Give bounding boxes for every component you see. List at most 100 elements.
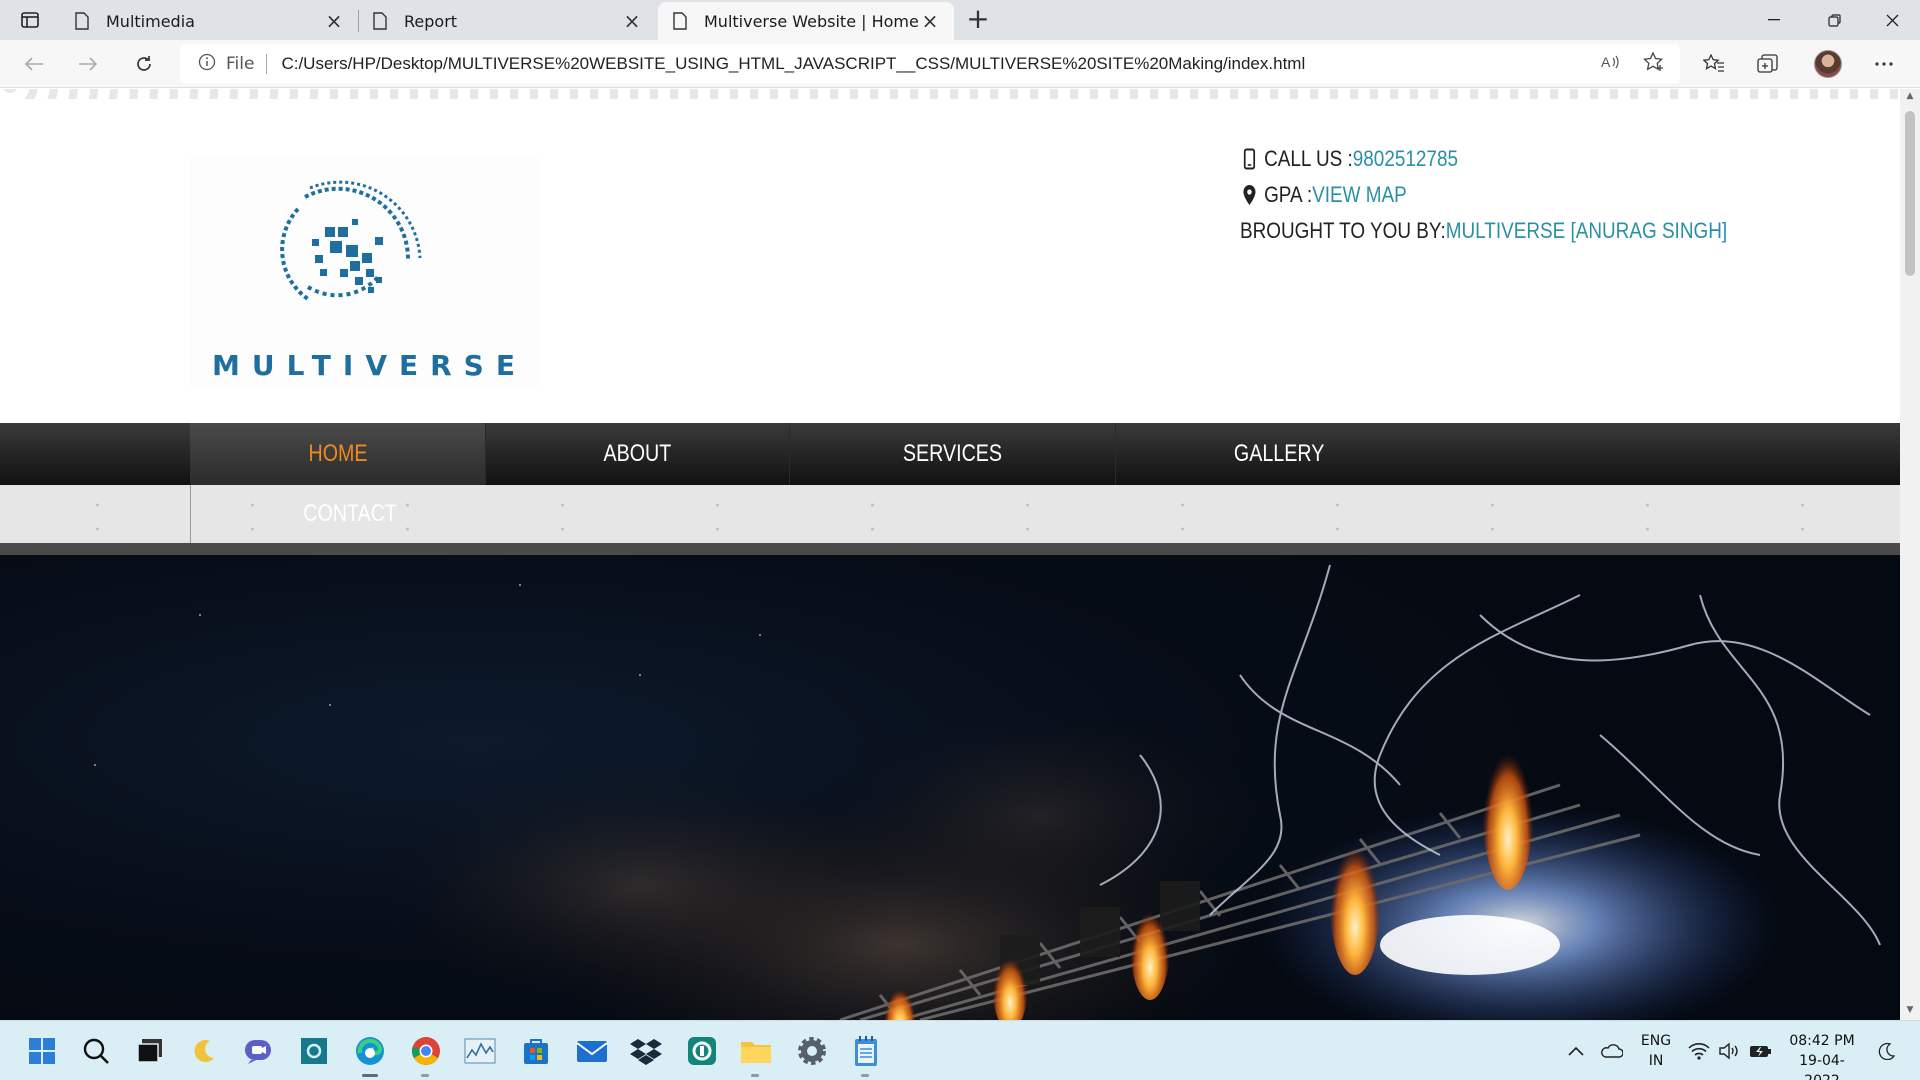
site-logo[interactable]: MULTIVERSE bbox=[190, 157, 540, 387]
nav-gallery[interactable]: GALLERY bbox=[1116, 423, 1442, 485]
tab-label: Multimedia bbox=[106, 11, 195, 31]
volume-icon[interactable] bbox=[1714, 1033, 1744, 1069]
gpa-label: GPA : bbox=[1264, 182, 1313, 207]
tab-multimedia[interactable]: Multimedia × bbox=[60, 2, 358, 40]
info-icon[interactable] bbox=[198, 53, 216, 76]
file-explorer-icon[interactable] bbox=[738, 1033, 774, 1069]
weather-widget-icon[interactable] bbox=[186, 1033, 222, 1069]
call-us-label: CALL US : bbox=[1264, 146, 1353, 171]
view-map-link[interactable]: VIEW MAP bbox=[1312, 177, 1407, 213]
nav-contact-label: CONTACT bbox=[303, 500, 397, 527]
start-icon[interactable] bbox=[24, 1033, 60, 1069]
clock-time: 08:42 PM bbox=[1789, 1033, 1855, 1049]
task-view-icon[interactable] bbox=[132, 1033, 168, 1069]
url-text[interactable]: C:/Users/HP/Desktop/MULTIVERSE%20WEBSITE… bbox=[281, 54, 1680, 74]
read-aloud-icon[interactable]: A bbox=[1598, 50, 1622, 74]
nav-divider bbox=[190, 485, 191, 543]
active-app-indicator bbox=[362, 1074, 378, 1077]
region-code: IN bbox=[1648, 1053, 1664, 1069]
running-app-indicator bbox=[861, 1074, 869, 1077]
running-app-indicator bbox=[751, 1074, 759, 1077]
restore-button[interactable] bbox=[1806, 0, 1862, 40]
browser-tab-strip: Multimedia × Report × Multiverse Website… bbox=[0, 0, 1920, 40]
edge-browser-icon[interactable] bbox=[352, 1033, 388, 1069]
page-viewport: MULTIVERSE CALL US : 9802512785 GPA : VI… bbox=[0, 89, 1900, 1020]
close-icon[interactable]: × bbox=[622, 11, 642, 31]
secondary-navigation-row: CONTACT bbox=[0, 485, 1900, 543]
address-divider bbox=[266, 54, 268, 74]
tab-actions-icon[interactable] bbox=[10, 6, 50, 34]
dropbox-icon[interactable] bbox=[628, 1033, 664, 1069]
page-scrollbar[interactable]: ▲ ▼ bbox=[1900, 89, 1920, 1020]
profile-avatar[interactable] bbox=[1814, 50, 1842, 78]
decorative-border bbox=[0, 89, 1900, 99]
app-launcher-icon[interactable] bbox=[684, 1033, 720, 1069]
credit-label: BROUGHT TO YOU BY: bbox=[1240, 218, 1446, 243]
notepad-icon[interactable] bbox=[848, 1033, 884, 1069]
notification-moon-icon[interactable] bbox=[1872, 1033, 1902, 1069]
browser-toolbar: File C:/Users/HP/Desktop/MULTIVERSE%20WE… bbox=[0, 40, 1920, 88]
nav-home[interactable]: HOME bbox=[190, 423, 486, 485]
settings-gear-icon[interactable] bbox=[794, 1033, 830, 1069]
page-icon bbox=[75, 12, 89, 30]
scroll-up-icon[interactable]: ▲ bbox=[1904, 91, 1916, 101]
tab-label: Report bbox=[404, 11, 458, 31]
language-indicator[interactable]: ENG IN bbox=[1638, 1031, 1674, 1071]
logo-wordmark: MULTIVERSE bbox=[212, 349, 527, 382]
nav-about[interactable]: ABOUT bbox=[486, 423, 790, 485]
search-icon[interactable] bbox=[78, 1033, 114, 1069]
more-menu-icon[interactable] bbox=[1872, 52, 1896, 76]
minimize-button[interactable] bbox=[1746, 0, 1802, 40]
mobile-phone-icon bbox=[1240, 148, 1259, 170]
main-navigation: HOME ABOUT SERVICES GALLERY bbox=[0, 423, 1900, 485]
nav-services[interactable]: SERVICES bbox=[790, 423, 1116, 485]
address-bar[interactable]: File C:/Users/HP/Desktop/MULTIVERSE%20WE… bbox=[180, 44, 1680, 84]
refresh-button[interactable] bbox=[128, 48, 160, 80]
svg-text:A: A bbox=[1601, 54, 1611, 70]
windows-taskbar: ENG IN 08:42 PM 19-04-2022 bbox=[0, 1020, 1920, 1080]
tab-report[interactable]: Report × bbox=[358, 2, 656, 40]
add-favorite-icon[interactable] bbox=[1642, 50, 1666, 74]
battery-charging-icon[interactable] bbox=[1746, 1033, 1776, 1069]
close-window-button[interactable] bbox=[1864, 0, 1920, 40]
credit-row: BROUGHT TO YOU BY: MULTIVERSE [ANURAG SI… bbox=[1240, 213, 1727, 249]
credit-author-link[interactable]: MULTIVERSE [ANURAG SINGH] bbox=[1446, 213, 1727, 249]
cortana-app-icon[interactable] bbox=[296, 1033, 332, 1069]
nav-services-label: SERVICES bbox=[902, 440, 1003, 467]
new-tab-button[interactable]: + bbox=[964, 5, 992, 34]
call-us-row: CALL US : 9802512785 bbox=[1240, 141, 1727, 177]
map-marker-icon bbox=[1240, 184, 1259, 206]
mail-icon[interactable] bbox=[574, 1033, 610, 1069]
forward-button[interactable] bbox=[72, 48, 104, 80]
nav-contact[interactable]: CONTACT bbox=[290, 485, 410, 543]
close-icon[interactable]: × bbox=[324, 11, 344, 31]
onedrive-cloud-icon[interactable] bbox=[1596, 1033, 1626, 1069]
nav-about-label: ABOUT bbox=[603, 440, 672, 467]
scheme-label: File bbox=[226, 54, 255, 74]
language-code: ENG bbox=[1640, 1033, 1672, 1049]
chevron-up-icon[interactable] bbox=[1564, 1033, 1588, 1069]
collections-icon[interactable] bbox=[1756, 52, 1780, 76]
scroll-down-icon[interactable]: ▼ bbox=[1904, 1005, 1916, 1015]
chrome-browser-icon[interactable] bbox=[408, 1033, 444, 1069]
close-icon[interactable]: × bbox=[920, 11, 940, 31]
running-app-indicator bbox=[421, 1074, 429, 1077]
hero-top-band bbox=[0, 543, 1900, 555]
scrollbar-thumb[interactable] bbox=[1905, 111, 1915, 276]
gpa-row: GPA : VIEW MAP bbox=[1240, 177, 1727, 213]
back-button[interactable] bbox=[18, 48, 50, 80]
performance-monitor-icon[interactable] bbox=[462, 1033, 498, 1069]
tab-label: Multiverse Website | Home bbox=[704, 11, 919, 31]
teams-chat-icon[interactable] bbox=[240, 1033, 276, 1069]
page-icon bbox=[373, 12, 387, 30]
clock-date: 19-04-2022 bbox=[1799, 1053, 1845, 1080]
system-clock[interactable]: 08:42 PM 19-04-2022 bbox=[1782, 1031, 1862, 1080]
nav-home-label: HOME bbox=[307, 440, 368, 467]
page-icon bbox=[673, 12, 687, 30]
favorites-icon[interactable] bbox=[1702, 52, 1726, 76]
header-contact-info: CALL US : 9802512785 GPA : VIEW MAP BROU… bbox=[1240, 141, 1727, 249]
tab-multiverse-home[interactable]: Multiverse Website | Home × bbox=[658, 2, 954, 40]
microsoft-store-icon[interactable] bbox=[518, 1033, 554, 1069]
wifi-icon[interactable] bbox=[1684, 1033, 1714, 1069]
phone-number-link[interactable]: 9802512785 bbox=[1353, 141, 1458, 177]
